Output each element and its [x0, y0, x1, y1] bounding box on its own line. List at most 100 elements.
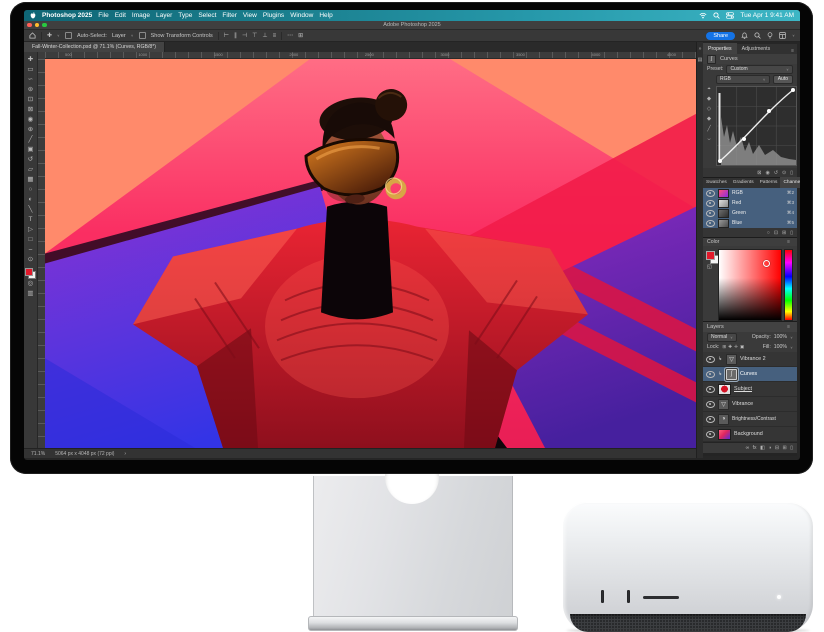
history-panel-icon[interactable]: ▤ [698, 57, 703, 63]
distribute-icon[interactable]: ≡ [273, 33, 277, 39]
black-point-eyedropper-icon[interactable]: ◆ [707, 96, 711, 103]
delete-icon[interactable]: ▯ [790, 170, 793, 176]
target-layer-icon[interactable]: ◉ [765, 170, 769, 176]
new-channel-icon[interactable]: ⊞ [782, 230, 786, 236]
layer-effects-icon[interactable]: fx [753, 445, 757, 451]
targeted-adjust-icon[interactable]: ⌖ [707, 86, 710, 93]
foreground-background-swatches[interactable] [25, 268, 36, 279]
menu-item-file[interactable]: File [98, 12, 108, 19]
menu-item-type[interactable]: Type [178, 12, 192, 19]
lock-pixels-icon[interactable]: ✚ [728, 344, 732, 350]
lock-all-icon[interactable]: ▣ [740, 344, 744, 350]
tool-gradient[interactable]: ▦ [27, 175, 33, 185]
move-tool-icon[interactable]: ✚ [47, 32, 52, 39]
tool-brush[interactable]: ╱ [29, 135, 33, 145]
panel-menu-icon[interactable]: ≡ [787, 239, 793, 245]
notifications-bell-icon[interactable] [741, 32, 748, 39]
smooth-curve-icon[interactable]: ⌣ [707, 136, 711, 143]
tool-path-select[interactable]: ▷ [28, 225, 33, 235]
tab-adjustments[interactable]: Adjustments [737, 43, 776, 54]
menu-item-edit[interactable]: Edit [115, 12, 126, 19]
visibility-eye-icon[interactable] [706, 210, 715, 217]
saturation-brightness-field[interactable] [718, 249, 782, 321]
lock-transparency-icon[interactable]: ⊞ [722, 344, 726, 350]
channel-select[interactable]: RGB∨ [716, 75, 770, 84]
channel-row-green[interactable]: Green ⌘4 [703, 208, 797, 218]
align-left-icon[interactable]: ⊢ [224, 32, 229, 39]
menu-app-name[interactable]: Photoshop 2025 [42, 12, 92, 19]
status-chevron-icon[interactable]: › [124, 451, 126, 457]
tool-lasso[interactable]: ∽ [28, 75, 33, 85]
canvas-area[interactable]: 5001000 15002000 25003000 35004000 4500 [38, 52, 696, 448]
tab-patterns[interactable]: Patterns [757, 177, 781, 188]
align-top-icon[interactable]: ⊤ [252, 32, 257, 39]
workspace-grid-icon[interactable] [779, 32, 786, 39]
auto-select-target-dropdown[interactable]: Layer [112, 33, 126, 39]
preset-select[interactable]: Custom∨ [726, 65, 793, 74]
visibility-eye-icon[interactable] [706, 356, 715, 363]
tool-healing[interactable]: ⊕ [28, 125, 33, 135]
white-point-eyedropper-icon[interactable]: ◆ [707, 116, 711, 123]
layer-row-curves[interactable]: ↳ ʃ Curves [703, 367, 797, 382]
delete-layer-icon[interactable]: ▯ [790, 445, 793, 451]
home-icon[interactable] [29, 32, 36, 39]
tool-frame[interactable]: ⊠ [28, 105, 33, 115]
menu-item-layer[interactable]: Layer [156, 12, 172, 19]
visibility-eye-icon[interactable] [706, 431, 715, 438]
layer-row-vibrance[interactable]: ▽ Vibrance [703, 397, 797, 412]
visibility-icon[interactable]: ⊙ [782, 170, 786, 176]
panel-menu-icon[interactable]: ≡ [787, 324, 793, 330]
menu-item-help[interactable]: Help [319, 12, 332, 19]
auto-select-checkbox[interactable] [65, 32, 72, 39]
align-bottom-icon[interactable]: ⊥ [262, 32, 267, 39]
more-options-icon[interactable]: ⋯ [287, 32, 293, 39]
link-layers-icon[interactable]: ∞ [746, 445, 750, 451]
layer-row-subject[interactable]: Subject [703, 382, 797, 397]
tool-hand[interactable]: ⌣ [28, 245, 32, 255]
collapse-panels-icon[interactable]: » [699, 46, 702, 52]
align-dialog-icon[interactable]: ⊞ [298, 32, 303, 39]
tool-zoom[interactable]: ⊙ [28, 255, 33, 265]
blend-mode-select[interactable]: Normal∨ [707, 333, 737, 342]
search-icon[interactable] [754, 32, 761, 39]
tool-object-selection[interactable]: ⊛ [28, 85, 33, 95]
visibility-eye-icon[interactable] [706, 416, 715, 423]
color-picker-ring-icon[interactable] [763, 260, 770, 267]
gray-point-eyedropper-icon[interactable]: ◇ [707, 106, 711, 113]
layer-row-vibrance-2[interactable]: ↳ ▽ Vibrance 2 [703, 352, 797, 367]
tab-channels[interactable]: Channels [780, 177, 800, 188]
save-selection-icon[interactable]: ⊡ [774, 230, 778, 236]
chevron-down-icon[interactable]: ∨ [131, 34, 134, 38]
fill-value[interactable]: 100% [774, 344, 787, 350]
layer-mask-icon[interactable]: ◧ [760, 445, 765, 451]
hue-slider[interactable] [784, 249, 793, 321]
discover-bulb-icon[interactable] [767, 32, 773, 39]
chevron-down-icon[interactable]: ∨ [57, 34, 60, 38]
tool-marquee[interactable]: ▭ [27, 65, 33, 75]
tool-type[interactable]: T [29, 215, 33, 225]
draw-curve-pencil-icon[interactable]: ╱ [707, 126, 710, 133]
document-tab[interactable]: Fall-Winter-Collection.psd @ 71.1% (Curv… [24, 42, 165, 52]
foreground-color-swatch[interactable] [706, 251, 715, 260]
document-image[interactable] [45, 59, 696, 448]
adjustment-layer-icon[interactable]: ◑ [768, 445, 771, 451]
screen-mode-icon[interactable]: ▥ [27, 289, 33, 299]
visibility-eye-icon[interactable] [706, 200, 715, 207]
menu-clock[interactable]: Tue Apr 1 9:41 AM [740, 12, 794, 19]
tool-pen[interactable]: ╲ [29, 205, 33, 215]
search-icon[interactable] [713, 12, 720, 19]
share-button[interactable]: Share [706, 32, 735, 40]
layers-panel-title[interactable]: Layers [707, 324, 724, 330]
quick-mask-icon[interactable]: ◎ [28, 279, 34, 289]
tool-crop[interactable]: ⊡ [28, 95, 33, 105]
tool-history-brush[interactable]: ↺ [28, 155, 33, 165]
channel-row-rgb[interactable]: RGB ⌘2 [703, 188, 797, 198]
layer-row-background[interactable]: Background [703, 427, 797, 442]
opacity-value[interactable]: 100% [774, 334, 787, 340]
tool-dodge[interactable]: ◐ [29, 195, 33, 205]
new-layer-icon[interactable]: ⊞ [783, 445, 787, 451]
tool-eyedropper[interactable]: ◉ [28, 115, 34, 125]
wifi-icon[interactable] [699, 12, 707, 19]
tool-clone-stamp[interactable]: ▣ [27, 145, 33, 155]
clip-display-icon[interactable]: ⊠ [757, 170, 761, 176]
